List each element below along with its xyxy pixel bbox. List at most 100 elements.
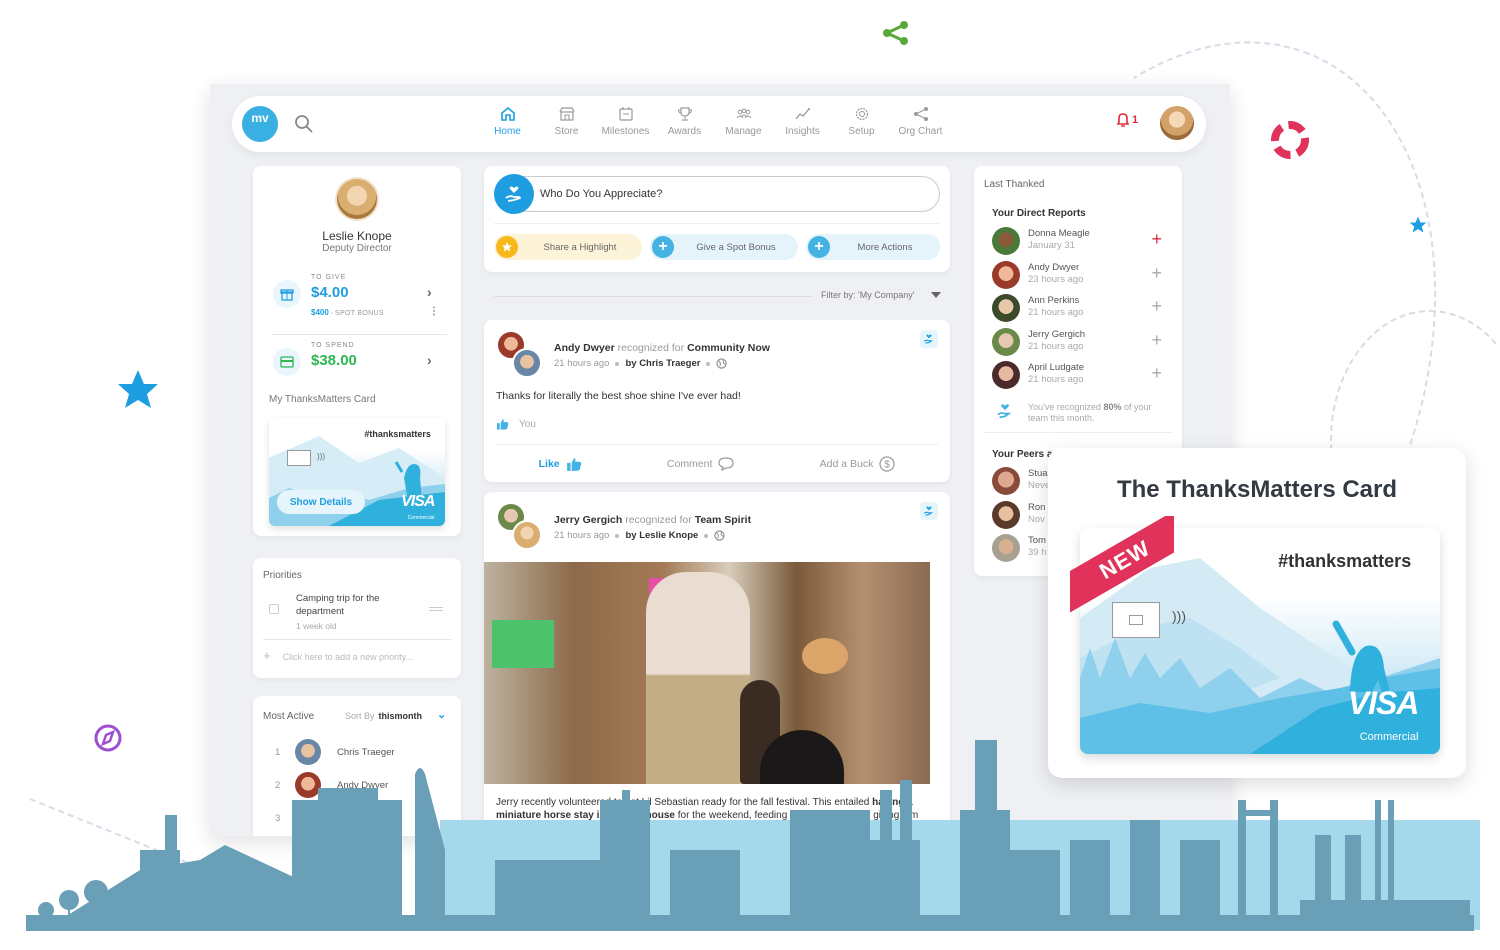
thank-button[interactable]: + [1151,263,1162,283]
new-ribbon: NEW [1070,516,1174,620]
give-spot-bonus-button[interactable]: + Give a Spot Bonus [650,234,798,260]
thank-button[interactable]: + [1151,296,1162,316]
avatar[interactable] [992,361,1020,389]
thank-button[interactable]: + [1151,363,1162,383]
thank-button[interactable]: + [1151,330,1162,350]
logo[interactable]: mv [242,106,278,142]
avatar[interactable] [992,227,1020,255]
priority-text[interactable]: Camping trip for the department [296,592,406,618]
report-name[interactable]: Jerry Gergich [1028,329,1085,340]
building [318,788,378,808]
to-give-wallet[interactable]: TO GIVE $4.00 › $400 · SPOT BONUS ⋮ [271,274,445,324]
dollar-coin-icon: $ [879,456,895,472]
nav-item-home[interactable]: Home [478,106,537,137]
sender-avatar[interactable] [512,520,542,550]
sender-avatar[interactable] [512,348,542,378]
report-name[interactable]: Ann Perkins [1028,295,1079,306]
bridge-tower [1270,800,1278,920]
feed-post: Andy Dwyer recognized for Community Now … [484,320,950,482]
sort-dropdown[interactable]: Sort By thismonth [345,711,422,721]
thank-button[interactable]: + [1151,229,1162,249]
post-meta: 21 hours ago by Leslie Knope [554,530,725,541]
thumbs-up-icon [496,419,509,430]
report-name[interactable]: April Ludgate [1028,362,1084,373]
notification-count-badge: 1 [1132,114,1139,126]
nav-label: Milestones [601,126,650,137]
building [495,860,615,920]
report-last-thanked: 23 hours ago [1028,274,1084,285]
plus-icon: + [652,236,674,258]
globe-icon [714,530,725,541]
peer-name[interactable]: Tom [1028,535,1046,546]
to-give-label: TO GIVE [311,274,347,281]
like-button[interactable]: Like [539,450,582,478]
building [850,840,920,920]
avatar[interactable] [992,261,1020,289]
search-icon[interactable] [294,114,314,134]
post-author[interactable]: by Chris Traeger [625,358,700,369]
more-options-icon[interactable]: ⋮ [429,306,439,317]
notifications-button[interactable]: 1 [1116,112,1138,128]
like-label: Like [538,458,560,470]
recipient-name[interactable]: Andy Dwyer [554,342,615,354]
avatar[interactable] [992,501,1020,529]
direct-report-row: Donna Meagle January 31 + [992,226,1162,256]
caret-down-icon[interactable] [931,292,941,298]
chevron-right-icon[interactable]: › [427,352,432,368]
drag-handle-icon[interactable] [429,607,443,611]
report-name[interactable]: Andy Dwyer [1028,262,1079,273]
priority-checkbox[interactable] [269,604,279,614]
hand-heart-icon [997,404,1012,419]
avatar[interactable] [992,294,1020,322]
building [1300,900,1470,920]
likes-summary[interactable]: You [496,418,536,430]
building [140,850,180,920]
plus-icon: + [808,236,830,258]
thanksmatters-card-thumbnail[interactable]: #thanksmatters ))) VISA Commercial Show … [269,418,445,526]
avatar[interactable] [992,467,1020,495]
comment-icon [718,457,735,471]
building [292,800,402,920]
nav-item-milestones[interactable]: Milestones [596,106,655,137]
share-highlight-button[interactable]: Share a Highlight [494,234,642,260]
sort-label: Sort By [345,711,375,721]
chevron-down-icon[interactable]: ⌄ [437,708,446,721]
avatar[interactable] [992,534,1020,562]
card-artwork: #thanksmatters ))) VISA Commercial Show … [269,418,445,526]
nav-item-insights[interactable]: Insights [773,106,832,137]
profile-avatar[interactable] [335,177,379,221]
post-avatars [496,330,542,378]
peer-name[interactable]: Ron [1028,502,1045,513]
feed-filter-dropdown[interactable]: Filter by: 'My Company' [821,290,914,300]
building [880,790,892,850]
globe-icon [716,358,728,369]
recipient-name[interactable]: Jerry Gergich [554,514,622,526]
more-actions-button[interactable]: + More Actions [806,234,940,260]
chevron-right-icon[interactable]: › [427,284,432,300]
direct-report-row: April Ludgate 21 hours ago + [992,360,1162,390]
building [1000,850,1060,920]
nav-item-store[interactable]: Store [537,106,596,137]
post-author[interactable]: by Leslie Knope [625,530,698,541]
nav-label: Awards [667,126,702,137]
comment-button[interactable]: Comment [667,450,735,478]
user-avatar[interactable] [1160,106,1194,140]
to-spend-wallet[interactable]: TO SPEND $38.00 › [271,342,445,382]
nav-item-manage[interactable]: Manage [714,106,773,137]
recognition-value[interactable]: Team Spirit [695,514,751,526]
divider [271,334,447,335]
report-name[interactable]: Donna Meagle [1028,228,1090,239]
add-priority-input[interactable]: + Click here to add a new priority... [263,648,413,663]
post-meta: 21 hours ago by Chris Traeger [554,358,728,369]
post-headline: Jerry Gergich recognized for Team Spirit [554,514,751,526]
post-time: 21 hours ago [554,530,610,541]
peer-name[interactable]: Stua [1028,468,1048,479]
add-buck-button[interactable]: Add a Buck $ [820,450,896,478]
nav-item-awards[interactable]: Awards [655,106,714,137]
nav-item-org-chart[interactable]: Org Chart [891,106,950,137]
nav-item-setup[interactable]: Setup [832,106,891,137]
avatar[interactable] [992,328,1020,356]
gift-icon [273,280,301,308]
recognition-value[interactable]: Community Now [687,342,770,354]
show-details-button[interactable]: Show Details [277,490,365,514]
